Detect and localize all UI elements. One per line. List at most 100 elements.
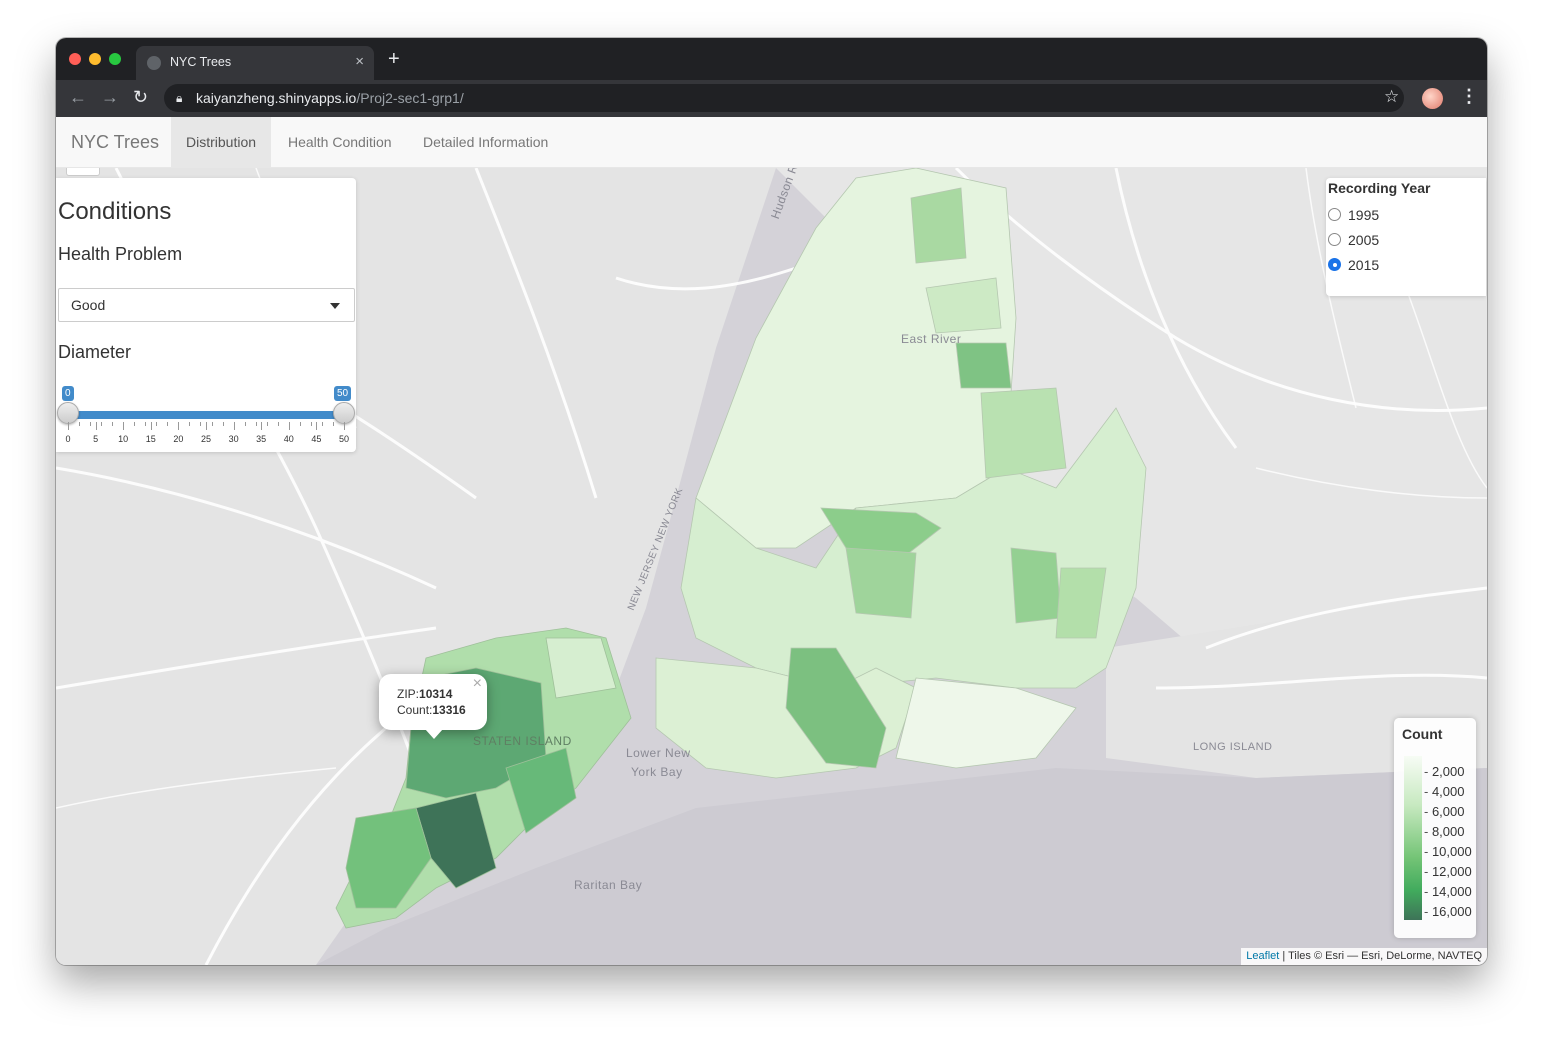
slider-max-handle[interactable] [333,402,355,424]
slider-tick-label: 25 [200,434,212,444]
legend-label: 8,000 [1424,824,1465,839]
radio-label: 2015 [1348,257,1380,273]
diameter-slider-track[interactable] [68,411,344,419]
legend-label: 6,000 [1424,804,1465,819]
legend-label: 16,000 [1424,904,1472,919]
slider-tick-label: 40 [283,434,294,444]
map-label-lower-bay-1: Lower New [626,746,691,760]
maximize-window-button[interactable] [109,53,121,65]
slider-tick [332,422,334,426]
map-label-east-river: East River [901,332,962,346]
slider-tick-label: 20 [173,434,184,444]
app-brand[interactable]: NYC Trees [71,132,159,153]
slider-tick [79,422,81,426]
bookmark-star-icon[interactable]: ☆ [1384,88,1399,105]
tab-bar: NYC Trees × + [56,38,1487,80]
legend-color-ramp [1404,756,1422,920]
lock-icon: 🔒︎ [176,91,183,105]
slider-tick [167,422,169,426]
slider-min-handle[interactable] [57,402,79,424]
slider-tick [68,422,69,430]
count-legend: Count 2,000 4,000 6,000 8,000 10,000 12,… [1394,718,1476,938]
slider-tick [211,422,213,426]
radio-label: 2005 [1348,232,1380,248]
legend-label: 14,000 [1424,884,1472,899]
new-tab-button[interactable]: + [388,49,400,69]
health-problem-value: Good [71,297,106,313]
forward-arrow-icon[interactable]: → [101,88,119,106]
slider-tick [200,422,202,426]
slider-tick-label: 35 [256,434,267,444]
address-bar[interactable]: 🔒︎ kaiyanzheng.shinyapps.io/Proj2-sec1-g… [164,84,1404,112]
back-arrow-icon[interactable]: ← [69,88,87,106]
slider-tick [233,422,235,430]
slider-tick [189,422,191,426]
minimize-window-button[interactable] [89,53,101,65]
slider-tick [310,422,312,426]
browser-window: NYC Trees × + ← → ↻ 🔒︎ kaiyanzheng.shiny… [56,38,1487,965]
zip-popup: × ZIP:10314 Count:13316 [379,674,487,739]
url-text: kaiyanzheng.shinyapps.io/Proj2-sec1-grp1… [196,90,464,106]
slider-tick [123,422,125,430]
slider-tick-label: 0 [65,434,71,444]
radio-button[interactable] [1328,233,1341,246]
slider-tick [244,422,246,426]
legend-label: 12,000 [1424,864,1472,879]
radio-button-checked[interactable] [1328,258,1341,271]
slider-max-badge: 50 [334,386,352,401]
map-label-lower-bay-2: York Bay [631,765,683,779]
zoom-control[interactable] [66,168,100,176]
map-view[interactable]: East River Hudson Riv NEW JERSEY NEW YOR… [56,168,1487,965]
browser-tab[interactable]: NYC Trees × [136,46,374,80]
slider-tick [344,422,345,430]
leaflet-link[interactable]: Leaflet [1246,950,1279,962]
health-problem-label: Health Problem [58,244,183,264]
slider-tick [134,422,136,426]
recording-year-panel: Recording Year 1995 2005 2015 [1326,178,1486,296]
slider-tick-label: 30 [228,434,239,444]
slider-tick [206,422,207,430]
slider-tick [150,422,152,430]
radio-label: 1995 [1348,207,1380,223]
tab-distribution[interactable]: Distribution [171,117,272,167]
health-problem-select[interactable]: Good [58,288,355,322]
app-navbar: NYC Trees Distribution Health Condition … [56,117,1487,168]
profile-avatar[interactable] [1422,88,1443,109]
recording-year-title: Recording Year [1328,180,1431,196]
slider-ticks [68,422,345,432]
slider-tick [156,422,158,426]
diameter-label: Diameter [58,342,132,362]
slider-tick [112,422,114,426]
conditions-title: Conditions [58,198,172,225]
conditions-panel: Conditions Health Problem Good Diameter … [56,178,356,452]
slider-tick [321,422,323,426]
slider-tick-label: 5 [93,434,99,444]
tab-close-icon[interactable]: × [355,53,364,70]
caret-down-icon [330,303,340,309]
radio-button[interactable] [1328,208,1341,221]
tab-health-condition[interactable]: Health Condition [273,117,407,167]
reload-icon[interactable]: ↻ [133,88,148,106]
slider-tick [95,422,97,430]
slider-tick-label: 10 [118,434,129,444]
slider-tick [266,422,268,426]
slider-tick [145,422,147,426]
slider-tick [261,422,263,430]
close-window-button[interactable] [69,53,81,65]
tab-detailed-information[interactable]: Detailed Information [408,117,563,167]
browser-toolbar: ← → ↻ 🔒︎ kaiyanzheng.shinyapps.io/Proj2-… [56,80,1487,117]
popup-count: Count:13316 [397,703,466,717]
slider-tick [299,422,301,426]
popup-close-icon[interactable]: × [473,675,482,693]
slider-tick [222,422,224,426]
slider-tick [101,422,103,426]
slider-tick-label: 15 [145,434,156,444]
more-menu-icon[interactable]: ⋮ [1460,87,1478,105]
tab-title: NYC Trees [170,55,232,69]
map-label-long-island: LONG ISLAND [1193,741,1273,753]
slider-tick [316,422,318,430]
slider-tick-label: 45 [311,434,322,444]
popup-zip: ZIP:10314 [397,687,453,701]
slider-tick-label: 50 [338,434,350,444]
slider-tick [90,422,92,426]
